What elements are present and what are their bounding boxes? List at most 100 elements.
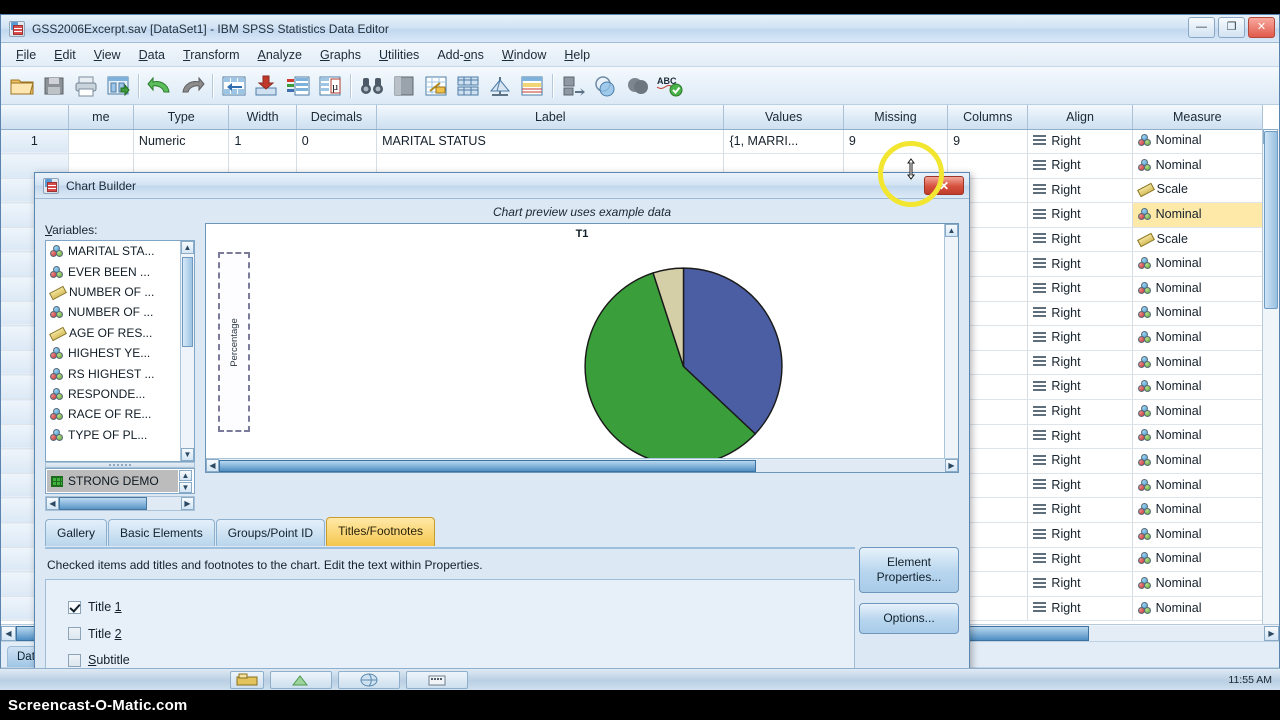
scroll-up-arrow[interactable]: ▲ (181, 241, 194, 254)
variable-list-item[interactable]: RACE OF RE... (46, 404, 194, 424)
cell-measure[interactable]: Nominal (1132, 129, 1264, 155)
checkbox-title2[interactable] (68, 627, 81, 641)
col-header-label[interactable]: Label (376, 105, 725, 130)
cell-measure[interactable]: Nominal (1132, 448, 1264, 474)
col-header-measure[interactable]: Measure (1132, 105, 1264, 130)
cell-align[interactable]: Right (1027, 129, 1133, 155)
goto-variable-icon[interactable] (251, 71, 281, 101)
tab-groups-point-id[interactable]: Groups/Point ID (215, 519, 326, 546)
col-header-decimals[interactable]: Decimals (296, 105, 378, 130)
select-cases-icon[interactable] (517, 71, 547, 101)
checkbox-title1[interactable] (68, 600, 81, 614)
cell-measure[interactable]: Scale (1132, 227, 1264, 253)
cell-measure[interactable]: Nominal (1132, 325, 1264, 351)
show-all-variables-icon[interactable] (623, 71, 653, 101)
cell-align[interactable]: Right (1027, 325, 1133, 351)
cell-measure[interactable]: Nominal (1132, 596, 1264, 622)
table-row[interactable]: 1 Numeric 1 0 MARITAL STATUS {1, MARRI... 9 9 Ri… (1, 129, 1264, 155)
scroll-right-arrow[interactable]: ▶ (1264, 625, 1279, 641)
variable-list-item[interactable]: RS HIGHEST ... (46, 363, 194, 383)
taskbar-item-3[interactable] (406, 670, 468, 689)
open-file-icon[interactable] (7, 71, 37, 101)
variable-list-item[interactable]: RESPONDE... (46, 384, 194, 404)
scrollbar-thumb[interactable] (219, 459, 757, 472)
menu-analyze[interactable]: Analyze (249, 45, 311, 65)
undo-icon[interactable] (145, 71, 175, 101)
weight-cases-icon[interactable] (485, 71, 515, 101)
cell-missing[interactable]: 9 (843, 129, 949, 155)
variables-horizontal-scrollbar[interactable]: ◀ ▶ (45, 496, 195, 511)
element-properties-button[interactable]: Element Properties... (859, 547, 959, 593)
selected-variable-row[interactable]: STRONG DEMO (47, 470, 178, 492)
checkbox-row-title1[interactable]: Title 1 (68, 594, 854, 621)
scroll-right-arrow[interactable]: ▶ (945, 459, 958, 472)
variable-list-item[interactable]: NUMBER OF ... (46, 282, 194, 302)
cell-align[interactable]: Right (1027, 547, 1133, 573)
col-header-missing[interactable]: Missing (843, 105, 949, 130)
cell-measure[interactable]: Nominal (1132, 202, 1264, 228)
col-header-align[interactable]: Align (1027, 105, 1133, 130)
chart-builder-close-button[interactable]: ✕ (924, 176, 964, 195)
close-button[interactable]: ✕ (1248, 17, 1275, 38)
chart-preview-canvas[interactable]: T1 Percentage ▲ ◀ ▶ (205, 223, 959, 473)
scroll-right-arrow[interactable]: ▶ (181, 497, 194, 510)
tab-titles-footnotes[interactable]: Titles/Footnotes (326, 517, 436, 546)
variables-scrollbar[interactable]: ▲ ▼ (180, 241, 194, 461)
cell-align[interactable]: Right (1027, 276, 1133, 302)
menu-edit[interactable]: Edit (45, 45, 85, 65)
taskbar-item-2[interactable] (338, 670, 400, 689)
col-header-rownum[interactable] (1, 105, 69, 130)
cell-measure[interactable]: Nominal (1132, 350, 1264, 376)
cell-measure[interactable]: Nominal (1132, 153, 1264, 179)
cell-measure[interactable]: Nominal (1132, 473, 1264, 499)
cell-align[interactable]: Right (1027, 497, 1133, 523)
preview-horizontal-scrollbar[interactable]: ◀ ▶ (206, 458, 958, 472)
redo-icon[interactable] (177, 71, 207, 101)
scrollbar-thumb[interactable] (59, 497, 147, 510)
cell-align[interactable]: Right (1027, 399, 1133, 425)
variable-list-item[interactable]: MARITAL STA... (46, 241, 194, 261)
variables-icon[interactable] (283, 71, 313, 101)
insert-variable-icon[interactable] (421, 71, 451, 101)
menu-graphs[interactable]: Graphs (311, 45, 370, 65)
menu-data[interactable]: Data (130, 45, 174, 65)
cell-decimals[interactable]: 0 (296, 129, 378, 155)
col-header-width[interactable]: Width (228, 105, 297, 130)
cell-width[interactable]: 1 (228, 129, 297, 155)
menu-file[interactable]: File (7, 45, 45, 65)
selected-variable-list[interactable]: STRONG DEMO ▲ ▼ (45, 468, 195, 494)
options-button[interactable]: Options... (859, 603, 959, 634)
menu-transform[interactable]: Transform (174, 45, 249, 65)
cell-align[interactable]: Right (1027, 153, 1133, 179)
scrollbar-thumb[interactable] (1264, 131, 1278, 309)
cell-measure[interactable]: Nominal (1132, 276, 1264, 302)
value-labels-icon[interactable] (559, 71, 589, 101)
variable-spinner[interactable]: ▲ ▼ (179, 470, 193, 493)
preview-vertical-scrollbar[interactable]: ▲ (944, 224, 958, 458)
col-header-name[interactable]: me (68, 105, 134, 130)
y-axis-dropzone[interactable]: Percentage (218, 252, 250, 432)
scroll-up-arrow[interactable]: ▲ (945, 224, 958, 237)
menu-utilities[interactable]: Utilities (370, 45, 428, 65)
menu-addons[interactable]: Add-ons (428, 45, 493, 65)
cell-type[interactable]: Numeric (133, 129, 230, 155)
find-icon[interactable] (357, 71, 387, 101)
menu-help[interactable]: Help (555, 45, 599, 65)
cell-align[interactable]: Right (1027, 596, 1133, 622)
tab-gallery[interactable]: Gallery (45, 519, 108, 546)
save-file-icon[interactable] (39, 71, 69, 101)
scrollbar-thumb[interactable] (182, 257, 193, 347)
spell-check-icon[interactable]: ABC (655, 71, 685, 101)
scroll-left-arrow[interactable]: ◀ (206, 459, 219, 472)
scroll-down-arrow[interactable]: ▼ (181, 448, 194, 461)
variable-list-item[interactable]: NUMBER OF ... (46, 302, 194, 322)
minimize-button[interactable]: — (1188, 17, 1215, 38)
menu-window[interactable]: Window (493, 45, 555, 65)
insert-case-icon[interactable] (389, 71, 419, 101)
scroll-track[interactable] (219, 459, 945, 472)
scroll-track[interactable] (59, 497, 181, 510)
cell-align[interactable]: Right (1027, 448, 1133, 474)
cell-name[interactable] (68, 129, 134, 155)
cell-label[interactable]: MARITAL STATUS (376, 129, 725, 155)
variable-list-item[interactable]: HIGHEST YE... (46, 343, 194, 363)
